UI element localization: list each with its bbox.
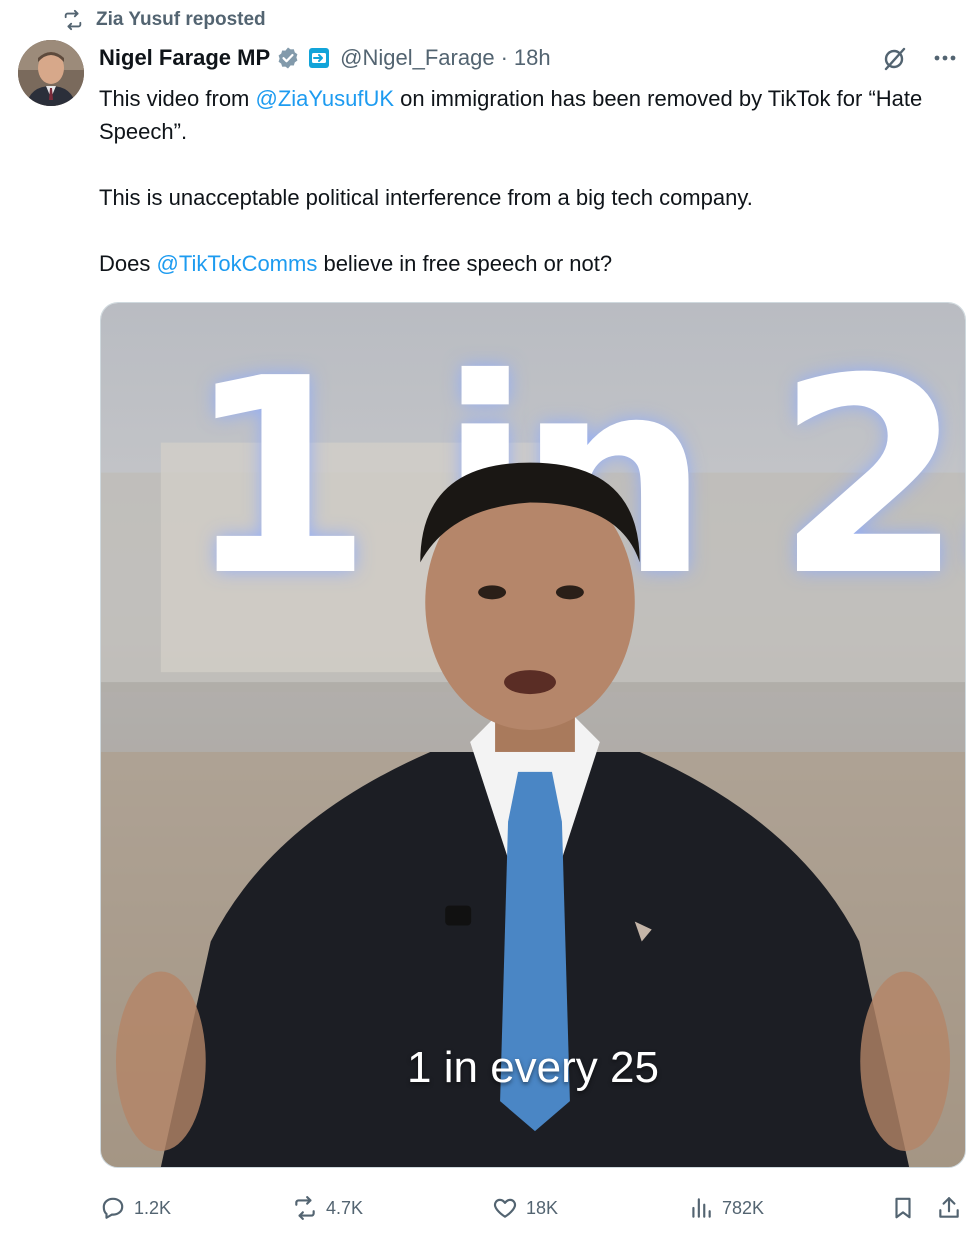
- like-button[interactable]: 18K: [492, 1195, 558, 1221]
- reply-icon: [102, 1197, 124, 1219]
- action-bar: 1.2K 4.7K 18K 782K: [100, 1188, 966, 1228]
- heart-icon: [493, 1198, 517, 1218]
- tweet-paragraph-2: This is unacceptable political interfere…: [99, 185, 753, 210]
- tweet-text: This video from @ZiaYusufUK on immigrati…: [99, 82, 959, 280]
- analytics-icon: [692, 1198, 711, 1218]
- bookmark-icon: [895, 1197, 911, 1219]
- reply-button[interactable]: 1.2K: [100, 1195, 171, 1221]
- mention-link[interactable]: @TikTokComms: [156, 251, 317, 276]
- repost-label: Zia Yusuf reposted: [96, 9, 266, 30]
- reply-count: 1.2K: [134, 1197, 172, 1218]
- author-name[interactable]: Nigel Farage MP: [99, 45, 270, 71]
- repost-context[interactable]: Zia Yusuf reposted: [62, 6, 266, 34]
- share-button[interactable]: [936, 1195, 962, 1221]
- views-count: 782K: [722, 1197, 765, 1218]
- affiliation-badge-icon[interactable]: [308, 47, 330, 69]
- video-player[interactable]: 1 in 25 1 in every 25: [100, 302, 966, 1168]
- repost-icon: [64, 9, 82, 31]
- avatar-image: [18, 40, 84, 106]
- separator: ·: [500, 45, 508, 70]
- bookmark-button[interactable]: [890, 1195, 916, 1221]
- repost-button[interactable]: 4.7K: [292, 1195, 363, 1221]
- author-handle[interactable]: @Nigel_Farage: [340, 45, 494, 71]
- mention-link[interactable]: @ZiaYusufUK: [256, 86, 395, 111]
- tweet-paragraph-3: Does @TikTokComms believe in free speech…: [99, 251, 613, 276]
- views-button[interactable]: 782K: [688, 1195, 764, 1221]
- tweet-paragraph-1: This video from @ZiaYusufUK on immigrati…: [99, 86, 923, 144]
- timestamp[interactable]: 18h: [514, 45, 551, 71]
- more-options-icon[interactable]: [930, 43, 960, 73]
- verified-badge-icon[interactable]: [276, 46, 300, 70]
- repost-count: 4.7K: [326, 1197, 364, 1218]
- tweet-header: Nigel Farage MP @Nigel_Farage · 18h: [99, 40, 960, 76]
- grok-icon[interactable]: [880, 43, 910, 73]
- repost-icon: [295, 1196, 315, 1220]
- video-subject: [115, 462, 951, 1167]
- video-caption: 1 in every 25: [407, 1043, 659, 1092]
- share-icon: [939, 1197, 959, 1218]
- like-count: 18K: [526, 1197, 559, 1218]
- avatar[interactable]: [18, 40, 84, 106]
